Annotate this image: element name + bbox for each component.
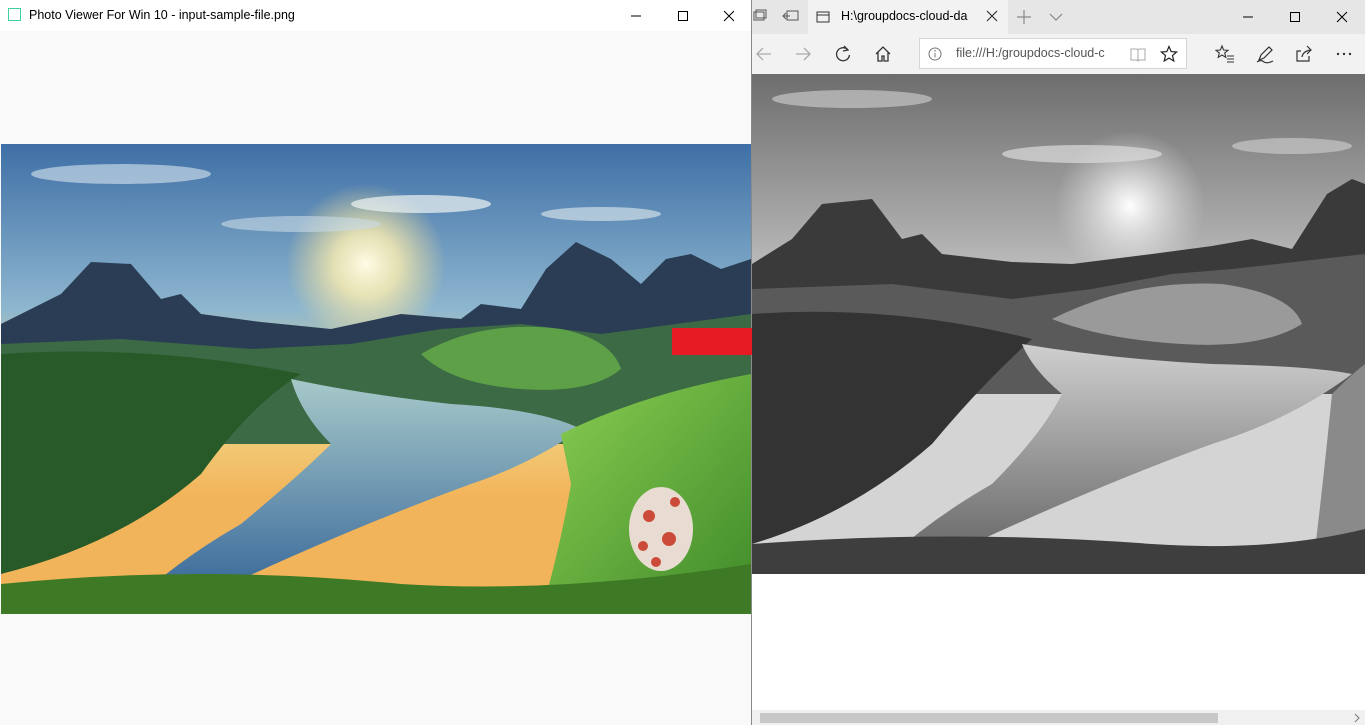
chevron-down-icon[interactable] (1048, 9, 1064, 25)
share-icon[interactable] (1294, 44, 1314, 64)
minimize-button[interactable] (613, 0, 659, 31)
back-arrow-icon[interactable] (754, 44, 774, 64)
address-bar[interactable]: file:///H:/groupdocs-cloud-c (919, 38, 1187, 69)
pen-icon[interactable] (1255, 44, 1275, 64)
maximize-button[interactable] (1272, 0, 1318, 34)
home-icon[interactable] (873, 44, 893, 64)
close-button[interactable] (706, 0, 752, 31)
info-icon[interactable] (928, 47, 942, 61)
plus-icon[interactable] (1016, 9, 1032, 25)
minimize-icon (631, 15, 641, 17)
forward-arrow-icon[interactable] (793, 44, 813, 64)
tabs-aside-icon[interactable] (782, 8, 800, 24)
chevron-right-icon[interactable] (1352, 713, 1362, 723)
browser-window: H:\groupdocs-cloud-da file:///H:/groupdo… (752, 0, 1365, 725)
star-icon[interactable] (1160, 45, 1178, 63)
grayscale-landscape-image (752, 74, 1365, 574)
scrollbar-thumb[interactable] (760, 713, 1218, 723)
close-button[interactable] (1319, 0, 1365, 34)
close-icon (723, 10, 735, 22)
browser-tab[interactable]: H:\groupdocs-cloud-da (808, 0, 1008, 34)
book-icon[interactable] (1130, 47, 1146, 62)
refresh-icon[interactable] (833, 44, 853, 64)
page-icon (816, 11, 830, 23)
browser-viewport (752, 74, 1365, 725)
maximize-button[interactable] (660, 0, 706, 31)
photo-viewer-titlebar[interactable]: Photo Viewer For Win 10 - input-sample-f… (0, 0, 751, 31)
window-title: Photo Viewer For Win 10 - input-sample-f… (29, 8, 295, 22)
browser-toolbar: file:///H:/groupdocs-cloud-c (752, 34, 1365, 74)
maximize-icon (1290, 12, 1300, 22)
tab-title: H:\groupdocs-cloud-da (841, 9, 968, 23)
favorites-hub-icon[interactable] (1215, 44, 1235, 64)
photo-viewer-window: Photo Viewer For Win 10 - input-sample-f… (0, 0, 752, 725)
maximize-icon (678, 11, 688, 21)
photo-viewer-app-icon (8, 8, 21, 21)
minimize-icon (1243, 16, 1253, 18)
close-icon (1336, 11, 1348, 23)
address-text[interactable]: file:///H:/groupdocs-cloud-c (956, 46, 1120, 60)
browser-titlebar[interactable]: H:\groupdocs-cloud-da (752, 0, 1365, 34)
horizontal-scrollbar[interactable] (752, 710, 1365, 725)
close-icon[interactable] (986, 10, 998, 22)
minimize-button[interactable] (1225, 0, 1271, 34)
ellipsis-icon[interactable] (1334, 44, 1354, 64)
set-tabs-aside-icon[interactable] (752, 8, 768, 24)
landscape-image (1, 144, 751, 614)
